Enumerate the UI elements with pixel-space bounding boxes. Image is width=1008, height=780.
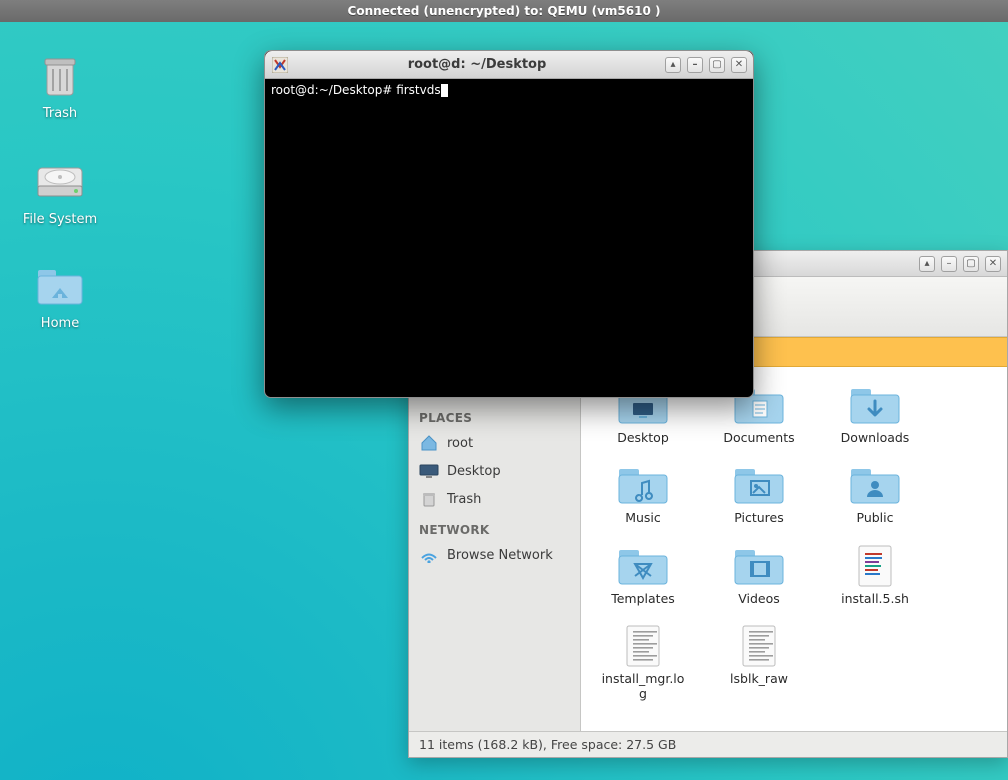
desktop-icon-trash[interactable]: Trash <box>10 52 110 121</box>
file-item-label: Desktop <box>617 431 669 445</box>
sidebar-item-browse-network[interactable]: Browse Network <box>409 541 580 569</box>
file-item-label: lsblk_raw <box>730 672 788 686</box>
scroll-up-button[interactable]: ▴ <box>919 256 935 272</box>
music-folder-icon <box>615 463 671 507</box>
file-item-label: install.5.sh <box>841 592 909 606</box>
pic-folder-icon <box>731 463 787 507</box>
file-item-label: Templates <box>611 592 675 606</box>
desktop-icon-label: Trash <box>43 106 77 121</box>
file-item-label: Downloads <box>841 431 910 445</box>
close-button[interactable]: ✕ <box>731 57 747 73</box>
file-item-label: install_mgr.log <box>599 672 687 701</box>
file-item[interactable]: Pictures <box>715 463 803 525</box>
file-script-icon <box>847 544 903 588</box>
file-item[interactable]: install_mgr.log <box>599 624 687 701</box>
vnc-status-bar: Connected (unencrypted) to: QEMU (vm5610… <box>0 0 1008 22</box>
drive-icon <box>34 158 86 206</box>
desktop-icon-label: Home <box>41 316 79 331</box>
desktop-icon-label: File System <box>23 212 97 227</box>
desktop-icon <box>419 462 439 480</box>
file-item-label: Videos <box>738 592 780 606</box>
desktop-icon-file-system[interactable]: File System <box>10 158 110 227</box>
sidebar-item-label: Desktop <box>447 464 501 479</box>
file-item-label: Documents <box>723 431 794 445</box>
terminal-titlebar[interactable]: root@d: ~/Desktop ▴ – ▢ ✕ <box>265 51 753 79</box>
minimize-button[interactable]: – <box>941 256 957 272</box>
sidebar-heading-places: PLACES <box>409 401 580 429</box>
file-item[interactable]: install.5.sh <box>831 544 919 606</box>
close-button[interactable]: ✕ <box>985 256 1001 272</box>
terminal-app-icon <box>271 56 289 74</box>
terminal-command: firstvds <box>396 83 440 97</box>
maximize-button[interactable]: ▢ <box>963 256 979 272</box>
network-icon <box>419 546 439 564</box>
terminal-cursor <box>441 84 448 97</box>
file-manager-statusbar: 11 items (168.2 kB), Free space: 27.5 GB <box>409 731 1007 757</box>
terminal-title: root@d: ~/Desktop <box>295 57 659 72</box>
maximize-button[interactable]: ▢ <box>709 57 725 73</box>
sidebar-item-label: root <box>447 436 473 451</box>
file-manager-body: File System PLACES root Desktop <box>409 367 1007 731</box>
file-item-label: Public <box>857 511 894 525</box>
file-item[interactable]: Videos <box>715 544 803 606</box>
home-icon <box>419 434 439 452</box>
file-manager-content[interactable]: Desktop Documents Downloads Music Pictur… <box>581 367 1007 731</box>
file-item[interactable]: Music <box>599 463 687 525</box>
home-folder-icon <box>34 262 86 310</box>
file-item[interactable]: lsblk_raw <box>715 624 803 701</box>
sidebar-item-label: Trash <box>447 492 481 507</box>
terminal-body[interactable]: root@d:~/Desktop# firstvds <box>265 79 753 397</box>
terminal-window[interactable]: root@d: ~/Desktop ▴ – ▢ ✕ root@d:~/Deskt… <box>264 50 754 398</box>
file-text-icon <box>615 624 671 668</box>
sidebar-item-label: Browse Network <box>447 548 553 563</box>
vid-folder-icon <box>731 544 787 588</box>
status-text: 11 items (168.2 kB), Free space: 27.5 GB <box>419 737 676 752</box>
desktop-icon-home[interactable]: Home <box>10 262 110 331</box>
file-item-label: Music <box>625 511 661 525</box>
vnc-status-text: Connected (unencrypted) to: QEMU (vm5610… <box>348 4 661 18</box>
minimize-button[interactable]: – <box>687 57 703 73</box>
trash-icon <box>419 490 439 508</box>
terminal-prompt: root@d:~/Desktop# <box>271 83 396 97</box>
desktop[interactable]: Connected (unencrypted) to: QEMU (vm5610… <box>0 0 1008 780</box>
trash-icon <box>34 52 86 100</box>
public-folder-icon <box>847 463 903 507</box>
file-item-label: Pictures <box>734 511 784 525</box>
sidebar-heading-network: NETWORK <box>409 513 580 541</box>
sidebar-item-root[interactable]: root <box>409 429 580 457</box>
sidebar-item-desktop[interactable]: Desktop <box>409 457 580 485</box>
scroll-up-button[interactable]: ▴ <box>665 57 681 73</box>
file-text-icon <box>731 624 787 668</box>
down-folder-icon <box>847 383 903 427</box>
file-item[interactable]: Public <box>831 463 919 525</box>
tmpl-folder-icon <box>615 544 671 588</box>
file-item[interactable]: Templates <box>599 544 687 606</box>
file-item[interactable]: Downloads <box>831 383 919 445</box>
sidebar-item-trash[interactable]: Trash <box>409 485 580 513</box>
file-manager-sidebar: File System PLACES root Desktop <box>409 367 581 731</box>
